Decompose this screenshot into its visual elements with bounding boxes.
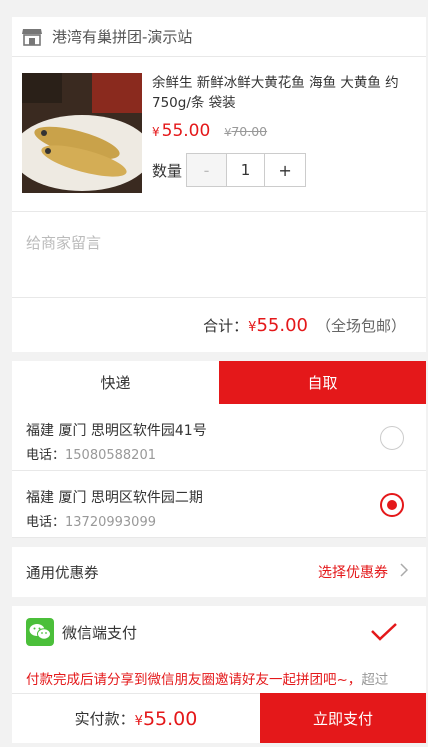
product-item: 余鲜生 新鲜冰鲜大黄花鱼 海鱼 大黄鱼 约750g/条 袋装 ¥55.00 ¥7… <box>12 57 426 212</box>
address-item[interactable]: 福建 厦门 思明区软件园二期 电话：13720993099 <box>12 471 426 538</box>
address-radio-selected[interactable] <box>380 493 404 517</box>
payable-number: 55.00 <box>142 707 198 730</box>
payable-value: ¥55.00 <box>135 708 198 730</box>
product-image[interactable] <box>22 73 142 193</box>
select-coupon-link[interactable]: 选择优惠券 <box>318 562 388 582</box>
free-shipping-note: （全场包邮） <box>315 316 406 335</box>
quantity-stepper: - 1 + <box>186 153 307 187</box>
payable-amount: 实付款： ¥55.00 <box>12 693 260 743</box>
product-title[interactable]: 余鲜生 新鲜冰鲜大黄花鱼 海鱼 大黄鱼 约750g/条 袋装 <box>152 73 416 113</box>
address-text: 福建 厦门 思明区软件园41号 <box>26 423 207 439</box>
order-total: 合计： ¥55.00 （全场包邮） <box>12 298 426 352</box>
address-text: 福建 厦门 思明区软件园二期 <box>26 490 203 506</box>
address-item[interactable]: 福建 厦门 思明区软件园41号 电话：15080588201 <box>12 404 426 471</box>
quantity-input[interactable]: 1 <box>227 154 266 186</box>
tab-express[interactable]: 快递 <box>12 361 219 404</box>
address-phone: 电话：15080588201 <box>26 444 412 463</box>
message-placeholder: 给商家留言 <box>26 234 102 252</box>
quantity-label: 数量 <box>152 161 183 180</box>
checkout-bar: 实付款： ¥55.00 立即支付 <box>12 693 426 743</box>
shop-name: 港湾有巢拼团-演示站 <box>52 28 193 46</box>
shop-header[interactable]: 港湾有巢拼团-演示站 <box>12 17 426 57</box>
decrease-button[interactable]: - <box>187 154 228 186</box>
chevron-right-icon <box>400 563 409 581</box>
order-page: 港湾有巢拼团-演示站 余鲜生 新鲜冰鲜大黄花鱼 海鱼 大黄鱼 约750g/条 袋… <box>12 17 426 698</box>
currency-symbol: ¥ <box>134 713 143 729</box>
address-list: 福建 厦门 思明区软件园41号 电话：15080588201 福建 厦门 思明区… <box>12 404 426 538</box>
message-field[interactable]: 给商家留言 <box>12 212 426 298</box>
price-row: ¥55.00 ¥70.00 <box>152 121 416 141</box>
total-label: 合计： <box>203 316 249 335</box>
coupon-label: 通用优惠券 <box>26 565 99 582</box>
payable-label: 实付款： <box>74 710 135 728</box>
product-price: ¥55.00 <box>152 121 210 141</box>
price-value: 55.00 <box>161 121 211 141</box>
phone-number: 13720993099 <box>65 515 156 530</box>
payment-method-wechat[interactable]: 微信端支付 <box>12 606 426 658</box>
share-tip-rest: 超过 <box>361 672 389 688</box>
address-radio[interactable] <box>380 426 404 450</box>
payment-label: 微信端支付 <box>62 623 138 642</box>
checkmark-icon <box>370 622 398 642</box>
order-card: 港湾有巢拼团-演示站 余鲜生 新鲜冰鲜大黄花鱼 海鱼 大黄鱼 约750g/条 袋… <box>12 17 426 352</box>
store-icon <box>22 28 42 46</box>
phone-label: 电话： <box>26 448 66 463</box>
tab-pickup[interactable]: 自取 <box>219 361 426 404</box>
delivery-tabs: 快递 自取 <box>12 361 426 404</box>
wechat-icon <box>26 618 54 646</box>
currency-symbol: ¥ <box>152 125 160 139</box>
quantity-row: 数量 - 1 + <box>152 153 416 187</box>
share-tip: 付款完成后请分享到微信朋友圈邀请好友一起拼团吧~，超过 <box>12 658 426 698</box>
coupon-row[interactable]: 通用优惠券 选择优惠券 <box>12 547 426 597</box>
address-phone: 电话：13720993099 <box>26 511 412 530</box>
pay-now-button[interactable]: 立即支付 <box>260 693 426 743</box>
total-value: 55.00 <box>256 314 308 336</box>
share-tip-text: 付款完成后请分享到微信朋友圈邀请好友一起拼团吧~， <box>26 672 362 688</box>
increase-button[interactable]: + <box>265 154 305 186</box>
original-price-value: 70.00 <box>231 124 268 139</box>
total-amount: ¥55.00 <box>248 315 308 336</box>
phone-label: 电话： <box>26 515 66 530</box>
original-price: ¥70.00 <box>224 124 267 139</box>
phone-number: 15080588201 <box>65 448 156 463</box>
product-info: 余鲜生 新鲜冰鲜大黄花鱼 海鱼 大黄鱼 约750g/条 袋装 ¥55.00 ¥7… <box>152 73 416 195</box>
